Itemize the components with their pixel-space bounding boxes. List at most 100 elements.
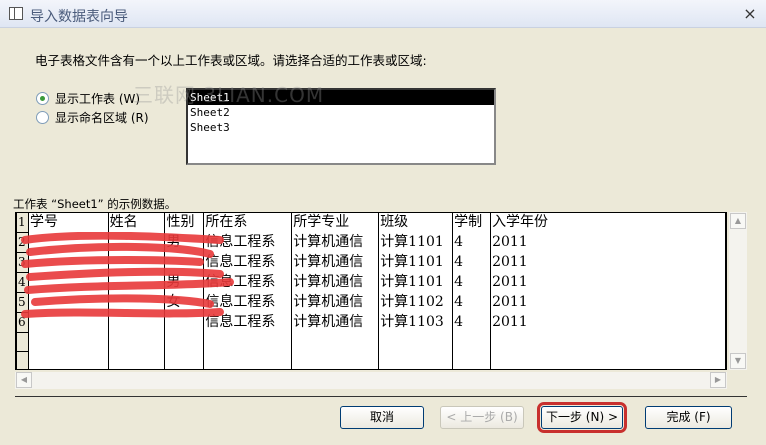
table-row: 3 信息工程系 计算机通信 计算1101 4 2011 xyxy=(16,252,726,273)
sample-data-caption: 工作表 “Sheet1” 的示例数据。 xyxy=(13,197,177,211)
row-number xyxy=(16,332,29,352)
table-row: 5 女信息工程系 计算机通信 计算1102 4 2011 xyxy=(16,292,726,313)
table-cell: 4 xyxy=(452,232,492,253)
vertical-scrollbar[interactable]: ▲ ▼ xyxy=(729,212,747,370)
table-cell: 计算1101 xyxy=(378,272,454,293)
table-row xyxy=(16,351,726,369)
row-number: 3 xyxy=(16,252,29,273)
title-bar: 导入数据表向导 × xyxy=(0,0,766,28)
table-cell xyxy=(291,332,380,352)
table-cell: 4 xyxy=(452,252,492,273)
divider xyxy=(15,396,747,397)
table-cell: 2011 xyxy=(490,232,726,253)
instruction-text: 电子表格文件含有一个以上工作表或区域。请选择合适的工作表或区域: xyxy=(35,53,427,68)
radio-label: 显示工作表 (W) xyxy=(55,92,141,106)
table-cell xyxy=(28,252,109,273)
table-row: 2 男信息工程系 计算机通信 计算1101 4 2011 xyxy=(16,232,726,253)
column-header: 入学年份 xyxy=(490,213,726,233)
table-cell: 4 xyxy=(452,312,492,333)
next-button[interactable]: 下一步 (N) > xyxy=(537,402,627,433)
scroll-left-icon[interactable]: ◀ xyxy=(16,372,32,388)
table-cell xyxy=(28,351,109,369)
table-cell: 2011 xyxy=(490,252,726,273)
table-cell xyxy=(108,252,166,273)
table-cell xyxy=(108,332,166,352)
radio-show-worksheets[interactable]: 显示工作表 (W) xyxy=(36,90,140,107)
column-header: 班级 xyxy=(378,213,454,233)
table-cell xyxy=(108,232,166,253)
table-cell xyxy=(378,351,454,369)
scroll-up-icon[interactable]: ▲ xyxy=(730,213,746,229)
table-cell xyxy=(452,351,492,369)
table-cell xyxy=(28,272,109,293)
column-header: 性别 xyxy=(164,213,205,233)
table-cell xyxy=(164,332,205,352)
table-cell xyxy=(108,272,166,293)
watermark: 三联网 3LIAN.COM xyxy=(133,83,325,107)
table-cell: 2011 xyxy=(490,292,726,313)
row-number: 5 xyxy=(16,292,29,313)
table-cell xyxy=(291,351,380,369)
finish-button[interactable]: 完成 (F) xyxy=(645,406,732,429)
table-cell: 信息工程系 xyxy=(203,272,293,293)
row-number: 6 xyxy=(16,312,29,333)
table-cell xyxy=(164,252,205,273)
table-row xyxy=(16,332,726,352)
table-cell: 计算1101 xyxy=(378,232,454,253)
table-cell xyxy=(203,351,293,369)
radio-checked-icon xyxy=(36,92,49,105)
header-row: 1 学号 姓名 性别 所在系 所学专业 班级 学制 入学年份 xyxy=(16,213,726,233)
table-cell xyxy=(452,332,492,352)
table-cell xyxy=(108,351,166,369)
table-cell: 2011 xyxy=(490,312,726,333)
scroll-right-icon[interactable]: ▶ xyxy=(710,372,726,388)
table-cell xyxy=(108,312,166,333)
radio-label: 显示命名区域 (R) xyxy=(55,111,149,125)
column-header: 所学专业 xyxy=(291,213,380,233)
table-cell xyxy=(490,351,726,369)
table-cell: 计算机通信 xyxy=(291,272,380,293)
table-cell xyxy=(378,332,454,352)
table-cell xyxy=(28,312,109,333)
table-cell: 信息工程系 xyxy=(203,292,293,313)
radio-unchecked-icon xyxy=(36,111,49,124)
table-cell: 4 xyxy=(452,292,492,313)
table-cell: 计算机通信 xyxy=(291,252,380,273)
close-button[interactable]: × xyxy=(740,4,760,24)
back-button[interactable]: < 上一步 (B) xyxy=(440,406,524,429)
table-cell: 男 xyxy=(164,272,205,293)
table-cell xyxy=(108,292,166,313)
table-cell xyxy=(164,312,205,333)
row-number xyxy=(16,351,29,369)
table-cell: 计算机通信 xyxy=(291,312,380,333)
sheet-item[interactable]: Sheet3 xyxy=(188,120,494,135)
table-row: 4 男信息工程系 计算机通信 计算1101 4 2011 xyxy=(16,272,726,293)
table-cell: 男 xyxy=(164,232,205,253)
table-cell xyxy=(28,232,109,253)
table-cell: 信息工程系 xyxy=(203,312,293,333)
cancel-button[interactable]: 取消 xyxy=(340,406,424,429)
column-header: 所在系 xyxy=(203,213,293,233)
scroll-down-icon[interactable]: ▼ xyxy=(730,353,746,369)
table-cell: 女 xyxy=(164,292,205,313)
column-header: 学号 xyxy=(28,213,109,233)
table-cell xyxy=(203,332,293,352)
column-header: 姓名 xyxy=(108,213,166,233)
table-icon xyxy=(9,7,23,20)
table-cell xyxy=(490,332,726,352)
table-cell: 信息工程系 xyxy=(203,232,293,253)
horizontal-scrollbar[interactable]: ◀ ▶ xyxy=(15,372,727,389)
table-cell xyxy=(28,332,109,352)
row-number: 4 xyxy=(16,272,29,293)
table-cell xyxy=(164,351,205,369)
row-number: 2 xyxy=(16,232,29,253)
column-header: 学制 xyxy=(452,213,492,233)
table-cell: 4 xyxy=(452,272,492,293)
table-cell: 计算1102 xyxy=(378,292,454,313)
table-cell: 计算机通信 xyxy=(291,232,380,253)
radio-show-named-ranges[interactable]: 显示命名区域 (R) xyxy=(36,109,149,126)
sample-data-grid[interactable]: 1 学号 姓名 性别 所在系 所学专业 班级 学制 入学年份 2 男信息工程系 计算机通信 计算1101… xyxy=(15,212,727,370)
table-cell: 信息工程系 xyxy=(203,252,293,273)
table-cell: 计算机通信 xyxy=(291,292,380,313)
table-cell: 计算1103 xyxy=(378,312,454,333)
